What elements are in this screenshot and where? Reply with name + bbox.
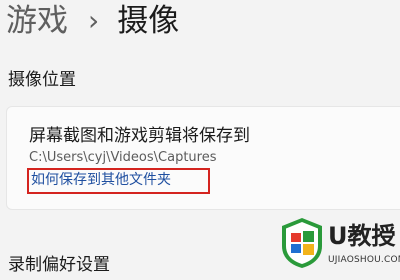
- green-shield-windows-icon: [282, 218, 322, 268]
- breadcrumb-parent-games[interactable]: 游戏: [6, 2, 68, 40]
- watermark: U教授 UJIAOSHOU.COM: [278, 210, 400, 280]
- section-title-capture-location: 摄像位置: [8, 70, 76, 90]
- watermark-url: UJIAOSHOU.COM: [328, 255, 400, 265]
- capture-location-card: 屏幕截图和游戏剪辑将保存到 C:\Users\cyj\Videos\Captur…: [6, 106, 400, 210]
- capture-folder-path: C:\Users\cyj\Videos\Captures: [29, 150, 217, 165]
- change-folder-link[interactable]: 如何保存到其他文件夹: [31, 171, 171, 189]
- watermark-brand: U教授: [328, 222, 396, 250]
- breadcrumb: 游戏 › 摄像: [6, 2, 179, 40]
- breadcrumb-separator-icon: ›: [88, 4, 100, 37]
- capture-location-description: 屏幕截图和游戏剪辑将保存到: [29, 126, 250, 146]
- page-title: 摄像: [117, 3, 180, 39]
- section-title-recording-preferences: 录制偏好设置: [8, 255, 110, 275]
